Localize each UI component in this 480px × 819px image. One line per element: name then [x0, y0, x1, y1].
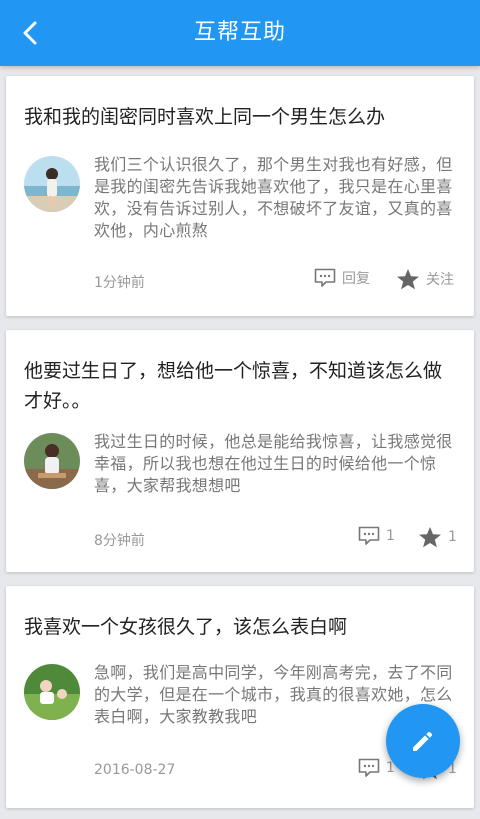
- post-card[interactable]: 他要过生日了，想给他一个惊喜，不知道该怎么做才好。。 我过生日的时候，他总是能给…: [6, 330, 474, 572]
- post-summary: 我们三个认识很久了，那个男生对我也有好感，但是我的闺密先告诉我她喜欢他了，我只是…: [94, 155, 453, 240]
- avatar: [24, 433, 80, 489]
- post-time: 2016-08-27: [94, 762, 176, 778]
- post-card[interactable]: 我喜欢一个女孩很久了，该怎么表白啊 急啊，我们是高中同学，今年刚高考完，去了不同…: [6, 586, 474, 808]
- comment-icon: [358, 758, 380, 777]
- reply-count: 1: [386, 528, 395, 544]
- app-bar: 互帮互助: [0, 0, 480, 66]
- reply-button[interactable]: 1: [358, 758, 395, 778]
- comment-icon: [358, 526, 380, 545]
- pencil-icon: [413, 731, 433, 751]
- post-title: 我喜欢一个女孩很久了，该怎么表白啊: [24, 616, 348, 638]
- post-card[interactable]: 我和我的闺密同时喜欢上同一个男生怎么办 我们三个认识很久了，那个男生对我也有好感…: [6, 76, 474, 316]
- post-title: 我和我的闺密同时喜欢上同一个男生怎么办: [24, 106, 386, 128]
- post-summary: 我过生日的时候，他总是能给我惊喜，让我感觉很幸福，所以我也想在他过生日的时候给他…: [94, 432, 453, 495]
- comment-icon: [314, 268, 336, 287]
- avatar: [24, 664, 80, 720]
- follow-button[interactable]: 关注: [396, 268, 454, 290]
- reply-button[interactable]: 1: [358, 526, 395, 546]
- post-time: 1分钟前: [94, 275, 145, 291]
- page-title: 互帮互助: [193, 20, 286, 45]
- follow-label: 关注: [426, 272, 454, 288]
- compose-button[interactable]: [386, 704, 460, 778]
- star-icon: [397, 269, 419, 290]
- avatar: [24, 156, 80, 212]
- post-time: 8分钟前: [94, 533, 145, 549]
- reply-label: 回复: [342, 271, 370, 287]
- follow-button[interactable]: 1: [418, 526, 457, 548]
- follow-count: 1: [448, 529, 457, 545]
- reply-button[interactable]: 回复: [314, 268, 370, 288]
- star-icon: [419, 527, 441, 548]
- post-title: 他要过生日了，想给他一个惊喜，不知道该怎么做才好。。: [24, 360, 443, 412]
